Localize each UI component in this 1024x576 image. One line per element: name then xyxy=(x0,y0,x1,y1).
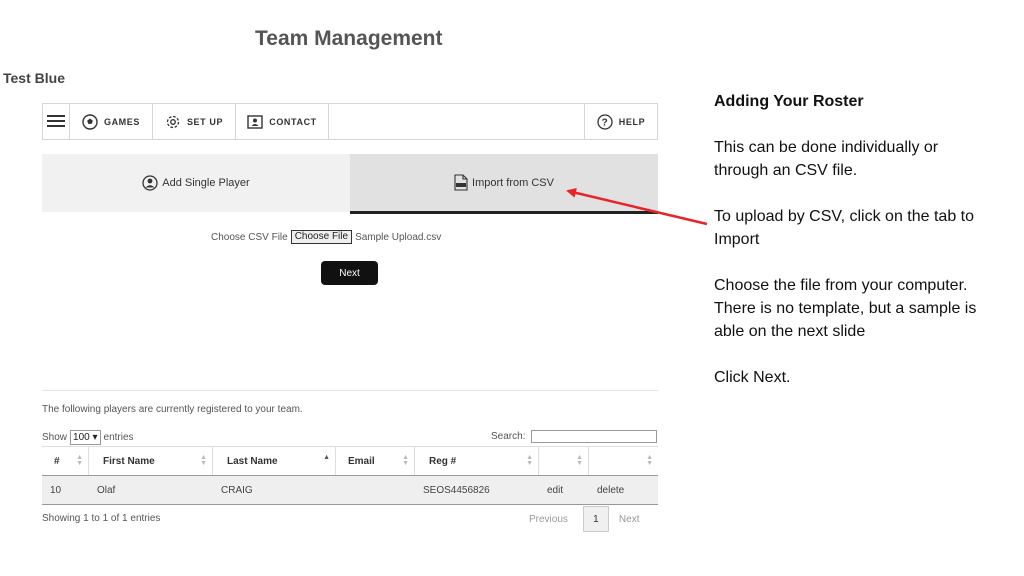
column-header-number[interactable]: # ▲ ▼ xyxy=(42,447,89,475)
entries-selector: Show 100 ▾ entries xyxy=(42,430,134,445)
column-header-edit[interactable]: ▲ ▼ xyxy=(539,447,589,475)
player-tabs: Add Single Player Import from CSV xyxy=(42,154,658,214)
instructions-heading: Adding Your Roster xyxy=(714,93,864,110)
instruction-paragraph: Click Next. xyxy=(714,369,791,386)
tab-csv-label: Import from CSV xyxy=(472,176,554,189)
sort-icon: ▲ ▼ xyxy=(526,454,533,467)
svg-text:?: ? xyxy=(601,117,608,128)
cell-first-name: Olaf xyxy=(97,484,116,496)
nav-games-label: GAMES xyxy=(103,116,140,127)
choose-file-button[interactable]: Choose File xyxy=(290,230,353,244)
file-label: Choose CSV File xyxy=(211,231,288,243)
instruction-paragraph: Choose the file from your computer. Ther… xyxy=(714,277,977,340)
page-1-button[interactable]: 1 xyxy=(582,506,609,532)
showing-entries: Showing 1 to 1 of 1 entries xyxy=(42,513,161,524)
nav-setup-label: SET UP xyxy=(186,116,224,127)
team-name: Test Blue xyxy=(3,70,65,86)
search-input[interactable] xyxy=(531,430,657,443)
csv-file-icon xyxy=(454,174,468,191)
registered-text: The following players are currently regi… xyxy=(42,404,303,415)
nav-contact[interactable]: CONTACT xyxy=(236,104,329,139)
hamburger-icon xyxy=(47,114,65,129)
edit-link[interactable]: edit xyxy=(539,476,589,504)
search-label: Search: xyxy=(491,431,526,442)
user-circle-icon xyxy=(142,175,158,191)
contact-card-icon xyxy=(247,114,263,129)
entries-select[interactable]: 100 ▾ xyxy=(70,430,101,445)
show-label: Show xyxy=(42,432,68,443)
previous-button[interactable]: Previous xyxy=(529,514,568,525)
instruction-paragraph: To upload by CSV, click on the tab to Im… xyxy=(714,208,975,248)
next-button[interactable]: Next xyxy=(321,261,378,285)
sort-icon: ▲ ▼ xyxy=(646,454,653,467)
tab-add-single-player[interactable]: Add Single Player xyxy=(42,154,350,212)
sort-icon: ▲ ▼ xyxy=(200,454,207,467)
sort-icon: ▲ ▼ xyxy=(402,454,409,467)
column-label: Last Name xyxy=(227,455,278,467)
menu-button[interactable] xyxy=(43,104,70,139)
column-header-email[interactable]: Email ▲ ▼ xyxy=(336,447,415,475)
table-row: 10 Olaf CRAIG SEOS4456826 edit delete xyxy=(42,475,658,505)
chevron-down-icon: ▾ xyxy=(89,432,98,443)
cell-last-name: CRAIG xyxy=(221,484,253,496)
column-label: Email xyxy=(348,455,375,467)
divider xyxy=(42,390,658,391)
table-header: # ▲ ▼ First Name ▲ ▼ Last Name ▲ Email ▲ ▼ Reg … xyxy=(42,446,658,475)
nav-help-label: HELP xyxy=(618,116,646,127)
nav-bar: GAMES SET UP CONTACT ? HELP xyxy=(42,103,658,140)
selected-filename: Sample Upload.csv xyxy=(355,231,442,243)
column-label: # xyxy=(54,455,60,467)
column-header-first-name[interactable]: First Name ▲ ▼ xyxy=(89,447,213,475)
tab-single-label: Add Single Player xyxy=(162,177,250,189)
sort-up-icon: ▲ xyxy=(323,454,330,461)
entries-label: entries xyxy=(103,432,134,443)
roster-table: # ▲ ▼ First Name ▲ ▼ Last Name ▲ Email ▲ ▼ Reg … xyxy=(42,446,658,505)
file-upload-row: Choose CSV File Choose File Sample Uploa… xyxy=(211,230,441,244)
column-label: First Name xyxy=(103,455,155,467)
nav-help[interactable]: ? HELP xyxy=(584,104,657,139)
instructions-panel: Adding Your Roster This can be done indi… xyxy=(714,90,984,412)
page-title: Team Management xyxy=(255,27,443,50)
cell-reg: SEOS4456826 xyxy=(423,484,490,496)
tab-import-csv[interactable]: Import from CSV xyxy=(350,154,658,214)
cell-email xyxy=(336,476,415,504)
gear-icon xyxy=(165,114,181,130)
sort-icon: ▲ ▼ xyxy=(76,454,83,467)
column-label: Reg # xyxy=(429,455,457,467)
sort-icon: ▲ ▼ xyxy=(576,454,583,467)
nav-setup[interactable]: SET UP xyxy=(153,104,236,139)
soccer-ball-icon xyxy=(82,113,98,130)
cell-number: 10 xyxy=(50,484,62,496)
nav-contact-label: CONTACT xyxy=(269,116,317,127)
delete-link[interactable]: delete xyxy=(589,476,658,504)
help-icon: ? xyxy=(597,113,613,130)
entries-value: 100 xyxy=(73,432,90,443)
pagination: Previous 1 Next xyxy=(529,506,639,532)
column-header-last-name[interactable]: Last Name ▲ xyxy=(213,447,336,475)
column-header-reg[interactable]: Reg # ▲ ▼ xyxy=(415,447,539,475)
next-page-button[interactable]: Next xyxy=(619,514,640,525)
nav-games[interactable]: GAMES xyxy=(70,104,153,139)
column-header-delete[interactable]: ▲ ▼ xyxy=(589,447,658,475)
instruction-paragraph: This can be done individually or through… xyxy=(714,139,939,179)
